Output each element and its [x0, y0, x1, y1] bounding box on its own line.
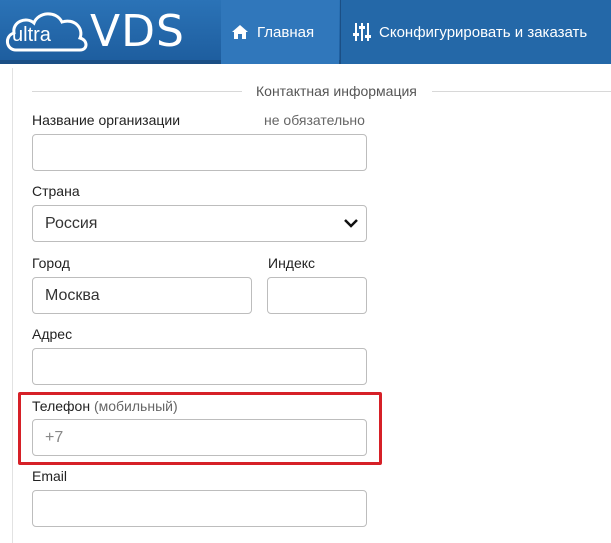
phone-label-text: Телефон [32, 398, 91, 414]
section-divider-left [32, 91, 242, 92]
sliders-icon [353, 23, 371, 41]
phone-label: Телефон (мобильный) [32, 398, 178, 414]
city-label: Город [32, 255, 70, 271]
country-select-value: Россия [45, 214, 98, 232]
nav-home[interactable]: Главная [221, 0, 339, 64]
country-label: Страна [32, 183, 80, 199]
city-input[interactable]: Москва [32, 277, 252, 314]
zip-input[interactable] [267, 277, 367, 314]
logo-ultra-text: ultra [12, 24, 51, 46]
address-input[interactable] [32, 348, 367, 385]
zip-label: Индекс [268, 255, 316, 271]
email-label: Email [32, 468, 68, 484]
address-label: Адрес [32, 326, 73, 342]
org-label: Название организации [32, 112, 181, 128]
nav-configure-label: Сконфигурировать и заказать [379, 23, 588, 41]
logo[interactable]: ultra VDS [2, 6, 212, 58]
section-title: Контактная информация [256, 83, 417, 99]
contact-form: Контактная информация Название организац… [0, 68, 611, 543]
nav-home-label: Главная [257, 23, 315, 41]
phone-input[interactable]: +7 [32, 419, 367, 456]
org-optional-note: не обязательно [264, 112, 365, 128]
top-header: ultra VDS Главная Сконфигурировать и зак… [0, 0, 611, 64]
form-left-border [12, 68, 13, 543]
country-select[interactable]: Россия [32, 205, 367, 242]
email-input[interactable] [32, 490, 367, 527]
chevron-down-icon [344, 219, 358, 228]
org-input[interactable] [32, 134, 367, 171]
phone-label-note: (мобильный) [93, 398, 178, 414]
nav-configure-order[interactable]: Сконфигурировать и заказать [340, 0, 611, 64]
logo-vds-text: VDS [90, 6, 185, 57]
home-icon [232, 25, 248, 39]
section-divider-right [432, 91, 611, 92]
